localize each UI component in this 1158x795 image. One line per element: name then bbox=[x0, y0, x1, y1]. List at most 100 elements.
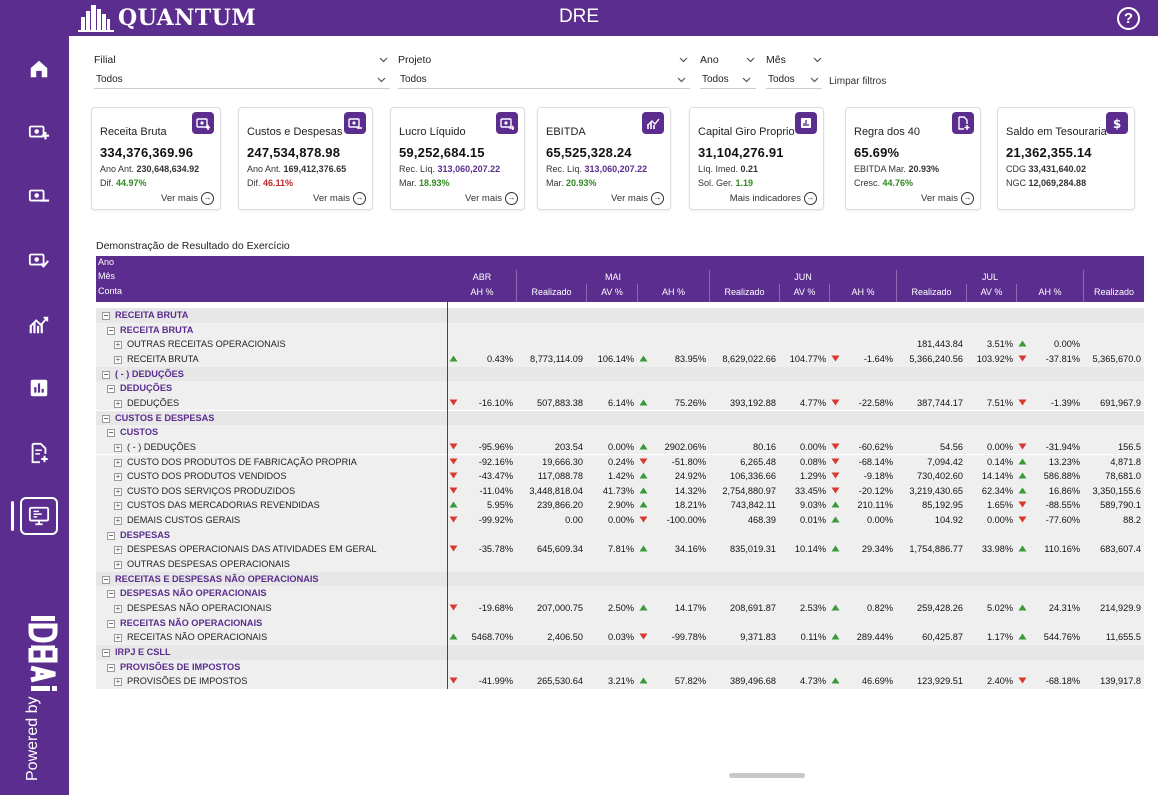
nav-ebitda[interactable] bbox=[24, 310, 54, 340]
nav-indicadores[interactable] bbox=[24, 373, 54, 403]
card-sub2-value: 44.76% bbox=[882, 178, 914, 188]
clear-filters-link[interactable]: Limpar filtros bbox=[829, 76, 886, 87]
collapse-icon[interactable]: − bbox=[107, 619, 115, 628]
help-button[interactable]: ? bbox=[1117, 7, 1140, 30]
card-sub2-label: Cresc. bbox=[854, 178, 881, 188]
table-title: Demonstração de Resultado do Exercício bbox=[96, 240, 290, 252]
table-row[interactable]: − DESPESAS NÃO OPERACIONAIS bbox=[96, 586, 1144, 601]
table-cell: 8,773,114.09 bbox=[530, 353, 583, 364]
table-row[interactable]: − PROVISÕES DE IMPOSTOS bbox=[96, 659, 1144, 675]
filter-projeto-select[interactable]: Todos bbox=[398, 71, 690, 89]
row-label: + OUTRAS DESPESAS OPERACIONAIS bbox=[114, 559, 290, 570]
table-cell: 210.11% bbox=[857, 500, 893, 511]
nav-dre[interactable] bbox=[20, 497, 58, 535]
table-row[interactable]: − RECEITAS NÃO OPERACIONAIS bbox=[96, 615, 1144, 631]
table-cell: -9.18% bbox=[863, 471, 893, 482]
table-row[interactable]: + CUSTO DOS PRODUTOS VENDIDOS -43.47% 117,0… bbox=[96, 469, 1144, 484]
row-label: − CUSTOS E DESPESAS bbox=[102, 413, 214, 423]
table-row[interactable]: − DESPESAS bbox=[96, 527, 1144, 543]
table-row[interactable]: + PROVISÕES DE IMPOSTOS -41.99% 265,530.64 3… bbox=[96, 674, 1144, 689]
table-row[interactable]: + DESPESAS NÃO OPERACIONAIS -19.68% 207,000… bbox=[96, 601, 1144, 616]
expand-icon[interactable]: + bbox=[114, 458, 122, 467]
expand-icon[interactable]: + bbox=[114, 399, 122, 408]
expand-icon[interactable]: + bbox=[114, 561, 122, 570]
expand-icon[interactable]: + bbox=[114, 487, 122, 496]
chevron-down-icon bbox=[742, 77, 751, 83]
collapse-icon[interactable]: − bbox=[107, 429, 115, 438]
column-divider bbox=[447, 256, 448, 689]
card-more-link[interactable]: Ver mais → bbox=[611, 192, 664, 205]
card-sub1: Líq. Imed. 0.21 bbox=[698, 164, 758, 174]
collapse-icon[interactable]: − bbox=[102, 575, 110, 584]
card-value: 31,104,276.91 bbox=[698, 145, 784, 160]
expand-icon[interactable]: + bbox=[114, 355, 122, 364]
collapse-icon[interactable]: − bbox=[107, 326, 115, 335]
nav-receitas[interactable] bbox=[24, 117, 54, 147]
row-label-text: CUSTOS DAS MERCADORIAS REVENDIDAS bbox=[127, 500, 320, 511]
expand-icon[interactable]: + bbox=[114, 517, 122, 526]
table-row[interactable]: + RECEITAS NÃO OPERACIONAIS 5468.70% 2,406.… bbox=[96, 630, 1144, 645]
row-label-text: OUTRAS RECEITAS OPERACIONAIS bbox=[127, 339, 286, 350]
collapse-icon[interactable]: − bbox=[107, 385, 115, 394]
chevron-down-icon bbox=[677, 77, 686, 83]
table-row[interactable]: − DEDUÇÕES bbox=[96, 381, 1144, 396]
collapse-icon[interactable]: − bbox=[102, 414, 110, 423]
table-row[interactable]: + DEDUÇÕES -16.10% 507,883.38 6.14% 75.26% 393… bbox=[96, 395, 1144, 411]
card-more-link[interactable]: Ver mais → bbox=[313, 192, 366, 205]
table-cell: 9.03% bbox=[799, 500, 826, 511]
table-row[interactable]: + CUSTO DOS SERVIÇOS PRODUZIDOS -11.04% 3,4… bbox=[96, 483, 1144, 499]
nav-lucro[interactable] bbox=[24, 245, 54, 275]
horizontal-scrollbar[interactable] bbox=[729, 773, 805, 778]
card-sub1-label: Rec. Líq. bbox=[399, 164, 436, 174]
expand-icon[interactable]: + bbox=[114, 443, 122, 452]
table-row[interactable]: − RECEITAS E DESPESAS NÃO OPERACIONAIS bbox=[96, 571, 1144, 587]
table-row[interactable]: − CUSTOS E DESPESAS bbox=[96, 410, 1144, 426]
expand-icon[interactable]: + bbox=[114, 634, 122, 643]
table-cell: 7,094.42 bbox=[927, 456, 963, 467]
expand-icon[interactable]: + bbox=[114, 341, 122, 350]
table-row[interactable]: + OUTRAS RECEITAS OPERACIONAIS 181,443.84 3… bbox=[96, 337, 1144, 352]
nav-regra40[interactable] bbox=[24, 438, 54, 468]
table-row[interactable]: + OUTRAS DESPESAS OPERACIONAIS bbox=[96, 557, 1144, 572]
arrow-right-circle-icon: → bbox=[353, 192, 366, 205]
card-sub1-label: Ano Ant. bbox=[247, 164, 282, 174]
table-row[interactable]: − CUSTOS bbox=[96, 425, 1144, 440]
collapse-icon[interactable]: − bbox=[102, 648, 110, 657]
collapse-icon[interactable]: − bbox=[107, 663, 115, 672]
card-sub1: CDG 33,431,640.02 bbox=[1006, 164, 1086, 174]
table-row[interactable]: + DESPESAS OPERACIONAIS DAS ATIVIDADES EM… bbox=[96, 542, 1144, 557]
card-more-link[interactable]: Mais indicadores → bbox=[730, 192, 817, 205]
collapse-icon[interactable]: − bbox=[107, 590, 115, 599]
table-row[interactable]: − IRPJ E CSLL bbox=[96, 644, 1144, 660]
card-more-link[interactable]: Ver mais → bbox=[161, 192, 214, 205]
card-more-link[interactable]: Ver mais → bbox=[921, 192, 974, 205]
filter-filial-select[interactable]: Todos bbox=[94, 71, 390, 89]
card-sub2-value: 44.97% bbox=[116, 178, 147, 188]
table-row[interactable]: + ( - ) DEDUÇÕES -95.96% 203.54 0.00% 2902.06… bbox=[96, 439, 1144, 455]
row-label-text: RECEITA BRUTA bbox=[115, 310, 189, 320]
row-label: −( - ) DEDUÇÕES bbox=[102, 369, 184, 379]
nav-custos[interactable] bbox=[24, 181, 54, 211]
table-cell: 2.50% bbox=[607, 603, 634, 613]
expand-icon[interactable]: + bbox=[114, 605, 122, 613]
table-cell: -16.10% bbox=[478, 397, 513, 408]
table-row[interactable]: + RECEITA BRUTA 0.43% 8,773,114.09 106.14% 83… bbox=[96, 351, 1144, 367]
collapse-icon[interactable]: − bbox=[102, 312, 110, 320]
expand-icon[interactable]: + bbox=[114, 473, 122, 482]
table-row[interactable]: − RECEITA BRUTA bbox=[96, 322, 1144, 338]
table-row[interactable]: −( - ) DEDUÇÕES bbox=[96, 366, 1144, 382]
table-row[interactable]: + DEMAIS CUSTOS GERAIS -99.92% 0.00 0.00% -10… bbox=[96, 513, 1144, 528]
card-sub1-value: 169,412,376.65 bbox=[283, 164, 347, 174]
table-row[interactable]: + CUSTO DOS PRODUTOS DE FABRICAÇÃO PROPRI… bbox=[96, 454, 1144, 470]
expand-icon[interactable]: + bbox=[114, 678, 122, 687]
table-row[interactable]: − RECEITA BRUTA bbox=[96, 308, 1144, 323]
collapse-icon[interactable]: − bbox=[107, 531, 115, 540]
card-sub2: Mar. 20.93% bbox=[546, 178, 597, 188]
table-row[interactable]: + CUSTOS DAS MERCADORIAS REVENDIDAS 5.95% 2… bbox=[96, 498, 1144, 514]
collapse-icon[interactable]: − bbox=[102, 370, 110, 379]
expand-icon[interactable]: + bbox=[114, 546, 122, 555]
expand-icon[interactable]: + bbox=[114, 502, 122, 511]
table-cell: 117,088.78 bbox=[537, 471, 583, 482]
nav-home[interactable] bbox=[24, 54, 54, 84]
card-more-link[interactable]: Ver mais → bbox=[465, 192, 518, 205]
